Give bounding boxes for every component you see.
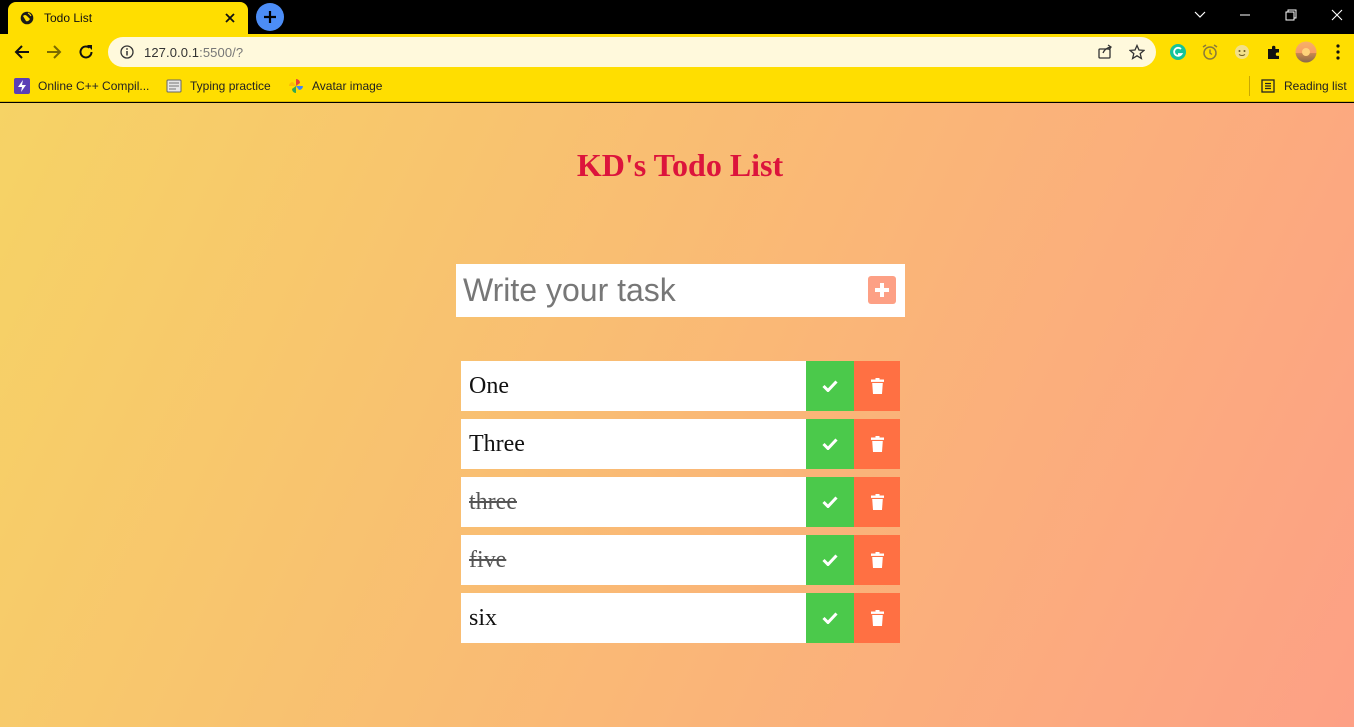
forward-arrow-icon[interactable] bbox=[40, 38, 68, 66]
star-icon[interactable] bbox=[1129, 44, 1145, 60]
bookmark-online-cpp[interactable]: Online C++ Compil... bbox=[14, 76, 149, 96]
delete-button[interactable] bbox=[854, 593, 900, 643]
complete-button[interactable] bbox=[806, 535, 854, 585]
check-icon bbox=[822, 438, 838, 450]
trash-icon bbox=[870, 378, 884, 394]
todo-text: six bbox=[461, 593, 806, 643]
more-menu-icon[interactable] bbox=[1327, 41, 1349, 63]
new-tab-button[interactable] bbox=[256, 3, 284, 31]
reload-icon[interactable] bbox=[72, 38, 100, 66]
page-content: KD's Todo List One Three three bbox=[0, 103, 1354, 727]
minimize-icon[interactable] bbox=[1222, 0, 1268, 30]
browser-titlebar: Todo List bbox=[0, 0, 1354, 34]
share-icon[interactable] bbox=[1097, 44, 1113, 60]
bookmark-typing-practice[interactable]: Typing practice bbox=[166, 76, 271, 96]
browser-tab[interactable]: Todo List bbox=[8, 2, 248, 34]
todo-item: three bbox=[461, 477, 900, 527]
add-task-button[interactable] bbox=[868, 276, 896, 304]
delete-button[interactable] bbox=[854, 535, 900, 585]
bookmarks-divider bbox=[1249, 76, 1250, 96]
close-icon[interactable] bbox=[222, 10, 238, 26]
puzzle-icon[interactable] bbox=[1263, 41, 1285, 63]
tab-title: Todo List bbox=[44, 11, 93, 25]
back-arrow-icon[interactable] bbox=[8, 38, 36, 66]
window-close-icon[interactable] bbox=[1314, 0, 1354, 30]
todo-item: Three bbox=[461, 419, 900, 469]
todo-item: One bbox=[461, 361, 900, 411]
pinwheel-icon bbox=[288, 78, 304, 94]
todo-item: five bbox=[461, 535, 900, 585]
reading-list-icon bbox=[1260, 78, 1276, 94]
address-bar[interactable]: 127.0.0.1:5500/? bbox=[108, 37, 1156, 67]
page-title: KD's Todo List bbox=[576, 147, 784, 183]
grammarly-icon[interactable] bbox=[1167, 41, 1189, 63]
reading-list-button[interactable]: Reading list bbox=[1260, 76, 1347, 96]
complete-button[interactable] bbox=[806, 477, 854, 527]
delete-button[interactable] bbox=[854, 477, 900, 527]
complete-button[interactable] bbox=[806, 361, 854, 411]
bookmarks-bar: Online C++ Compil... Typing practice Ava… bbox=[0, 70, 1354, 102]
bookmark-avatar-image[interactable]: Avatar image bbox=[288, 76, 382, 96]
globe-icon bbox=[20, 11, 34, 25]
complete-button[interactable] bbox=[806, 419, 854, 469]
profile-avatar[interactable] bbox=[1295, 41, 1317, 63]
check-icon bbox=[822, 612, 838, 624]
reading-list-label: Reading list bbox=[1284, 79, 1347, 93]
todo-item: six bbox=[461, 593, 900, 643]
todo-text: five bbox=[461, 535, 806, 585]
bookmark-label: Online C++ Compil... bbox=[38, 79, 150, 93]
trash-icon bbox=[870, 552, 884, 568]
todo-text: One bbox=[461, 361, 806, 411]
plus-icon bbox=[875, 283, 889, 297]
alarm-clock-icon[interactable] bbox=[1199, 41, 1221, 63]
todo-text: three bbox=[461, 477, 806, 527]
task-input[interactable] bbox=[456, 264, 856, 317]
todo-list: One Three three five six bbox=[461, 361, 900, 651]
check-icon bbox=[822, 496, 838, 508]
lightning-icon bbox=[14, 78, 30, 94]
restore-icon[interactable] bbox=[1268, 0, 1314, 30]
trash-icon bbox=[870, 610, 884, 626]
check-icon bbox=[822, 554, 838, 566]
address-url: 127.0.0.1:5500/? bbox=[144, 45, 243, 60]
delete-button[interactable] bbox=[854, 361, 900, 411]
trash-icon bbox=[870, 436, 884, 452]
browser-toolbar: 127.0.0.1:5500/? bbox=[0, 34, 1354, 70]
bookmark-label: Typing practice bbox=[190, 79, 271, 93]
chevron-down-icon[interactable] bbox=[1177, 0, 1223, 30]
url-rest: :5500/? bbox=[199, 44, 244, 60]
todo-text: Three bbox=[461, 419, 806, 469]
check-icon bbox=[822, 380, 838, 392]
task-input-container bbox=[456, 264, 905, 317]
typing-icon bbox=[166, 78, 182, 94]
url-host: 127.0.0.1 bbox=[144, 44, 200, 60]
complete-button[interactable] bbox=[806, 593, 854, 643]
trash-icon bbox=[870, 494, 884, 510]
bookmark-label: Avatar image bbox=[312, 79, 383, 93]
delete-button[interactable] bbox=[854, 419, 900, 469]
info-icon[interactable] bbox=[120, 45, 134, 59]
emoji-extension-icon[interactable] bbox=[1231, 41, 1253, 63]
